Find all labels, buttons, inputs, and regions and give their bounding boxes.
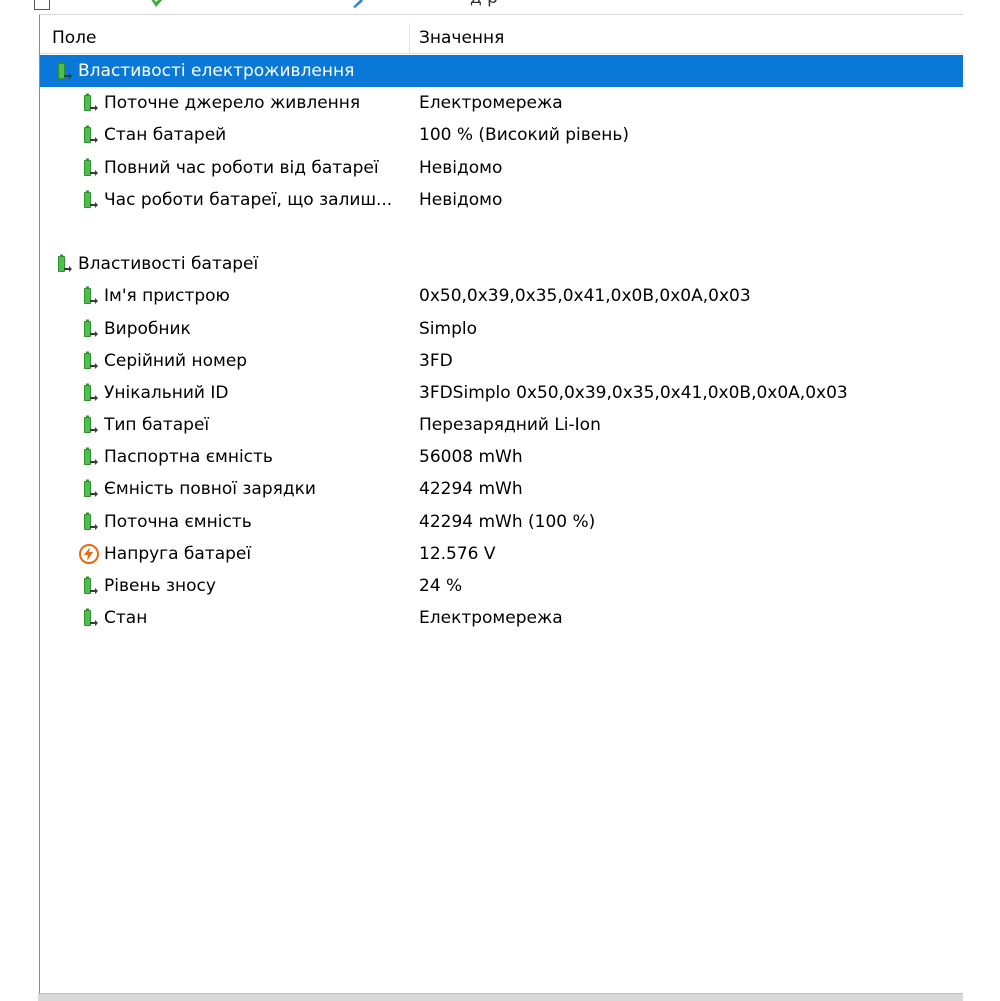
- list-item[interactable]: Ємність повної зарядки 42294 mWh: [40, 473, 963, 505]
- field-label: Рівень зносу: [104, 576, 216, 596]
- field-label: Повний час роботи від батареї: [104, 157, 379, 178]
- field-label: Час роботи батареї, що залиш...: [104, 189, 393, 210]
- section-title-cell: Властивості електроживлення: [52, 55, 361, 87]
- field-label: Стан батарей: [104, 125, 227, 146]
- field-value: 24 %: [419, 576, 463, 596]
- field-value: Невідомо: [419, 157, 503, 178]
- toolbar: д р: [0, 0, 1000, 14]
- field-cell: Стан батарей: [78, 119, 232, 151]
- properties-list[interactable]: Поле Значення Властивості електроживленн…: [39, 14, 963, 994]
- field-value: 3FD: [419, 350, 453, 371]
- list-item[interactable]: Напруга батареї 12.576 V: [40, 538, 963, 570]
- list-item[interactable]: Рівень зносу 24 %: [40, 570, 963, 602]
- list-item[interactable]: Серійний номер 3FD: [40, 345, 963, 377]
- field-cell: Виробник: [78, 313, 197, 345]
- field-value: 56008 mWh: [419, 447, 523, 468]
- section-header-row[interactable]: Властивості електроживлення: [40, 55, 963, 87]
- battery-icon: [52, 60, 74, 82]
- field-value: 0x50,0x39,0x35,0x41,0x0B,0x0A,0x03: [419, 286, 751, 307]
- battery-icon: [78, 511, 100, 533]
- section-header-row[interactable]: Властивості батареї: [40, 248, 963, 280]
- battery-icon: [78, 92, 100, 114]
- field-cell: Тип батареї: [78, 409, 215, 441]
- field-value: Невідомо: [419, 189, 503, 210]
- list-item[interactable]: Ім'я пристрою 0x50,0x39,0x35,0x41,0x0B,0x…: [40, 280, 963, 312]
- list-item[interactable]: Стан батарей 100 % (Високий рівень): [40, 119, 963, 151]
- field-cell: Серійний номер: [78, 345, 253, 377]
- field-value: 100 % (Високий рівень): [419, 125, 630, 146]
- field-value: 12.576 V: [419, 543, 496, 564]
- field-cell: Ім'я пристрою: [78, 280, 236, 312]
- battery-icon: [78, 318, 100, 340]
- list-item[interactable]: Стан Електромережа: [40, 602, 963, 634]
- list-item[interactable]: Поточне джерело живлення Електромережа: [40, 87, 963, 119]
- section-title: Властивості батареї: [78, 254, 259, 275]
- battery-icon: [78, 446, 100, 468]
- field-value: Електромережа: [419, 93, 563, 114]
- field-cell: Поточна ємність: [78, 506, 258, 538]
- field-cell: Рівень зносу: [78, 570, 222, 602]
- toolbar-label: д р: [470, 0, 498, 8]
- list-item[interactable]: Виробник Simplo: [40, 313, 963, 345]
- list-item[interactable]: Унікальний ID 3FDSimplo 0x50,0x39,0x35,0x…: [40, 377, 963, 409]
- field-label: Серійний номер: [104, 350, 248, 371]
- field-cell: Повний час роботи від батареї: [78, 152, 385, 184]
- list-item[interactable]: Паспортна ємність 56008 mWh: [40, 441, 963, 473]
- list-rows: Властивості електроживлення Поточне джер…: [40, 55, 963, 634]
- battery-icon: [78, 157, 100, 179]
- field-value: 3FDSimplo 0x50,0x39,0x35,0x41,0x0B,0x0A,…: [419, 382, 848, 403]
- battery-icon: [78, 478, 100, 500]
- field-label: Ємність повної зарядки: [104, 479, 316, 500]
- field-cell: Поточне джерело живлення: [78, 87, 366, 119]
- battery-icon: [52, 253, 74, 275]
- list-item[interactable]: Поточна ємність 42294 mWh (100 %): [40, 506, 963, 538]
- list-header: Поле Значення: [40, 23, 963, 54]
- field-value: Simplo: [419, 318, 477, 339]
- field-cell: Паспортна ємність: [78, 441, 279, 473]
- column-header-field[interactable]: Поле: [40, 23, 410, 53]
- battery-icon: [78, 575, 100, 597]
- field-label: Паспортна ємність: [104, 447, 273, 468]
- list-item[interactable]: Повний час роботи від батареї Невідомо: [40, 152, 963, 184]
- battery-icon: [78, 607, 100, 629]
- column-header-value[interactable]: Значення: [410, 23, 963, 53]
- field-cell: Час роботи батареї, що залиш...: [78, 184, 398, 216]
- field-cell: Унікальний ID: [78, 377, 235, 409]
- battery-icon: [78, 414, 100, 436]
- section-title-cell: Властивості батареї: [52, 248, 264, 280]
- field-label: Стан: [104, 608, 148, 629]
- field-label: Виробник: [104, 318, 191, 339]
- field-cell: Ємність повної зарядки: [78, 473, 322, 505]
- voltage-icon: [78, 543, 100, 565]
- field-cell: Напруга батареї: [78, 538, 257, 570]
- field-label: Ім'я пристрою: [104, 286, 230, 307]
- field-label: Напруга батареї: [104, 543, 252, 564]
- field-label: Унікальний ID: [104, 382, 229, 403]
- field-value: Електромережа: [419, 608, 563, 629]
- battery-icon: [78, 382, 100, 404]
- list-item[interactable]: Тип батареї Перезарядний Li-Ion: [40, 409, 963, 441]
- battery-icon: [78, 189, 100, 211]
- battery-icon: [78, 124, 100, 146]
- field-value: Перезарядний Li-Ion: [419, 415, 601, 436]
- section-title: Властивості електроживлення: [78, 61, 355, 81]
- list-item[interactable]: Час роботи батареї, що залиш... Невідомо: [40, 184, 963, 216]
- battery-icon: [78, 350, 100, 372]
- field-value: 42294 mWh: [419, 479, 523, 500]
- battery-icon: [78, 285, 100, 307]
- field-label: Тип батареї: [104, 415, 210, 436]
- field-label: Поточна ємність: [104, 511, 252, 532]
- field-cell: Стан: [78, 602, 153, 634]
- checkmark-icon[interactable]: [148, 0, 166, 8]
- report-icon[interactable]: [34, 0, 50, 10]
- wrench-icon[interactable]: [352, 0, 370, 8]
- field-value: 42294 mWh (100 %): [419, 511, 596, 532]
- field-label: Поточне джерело живлення: [104, 93, 361, 114]
